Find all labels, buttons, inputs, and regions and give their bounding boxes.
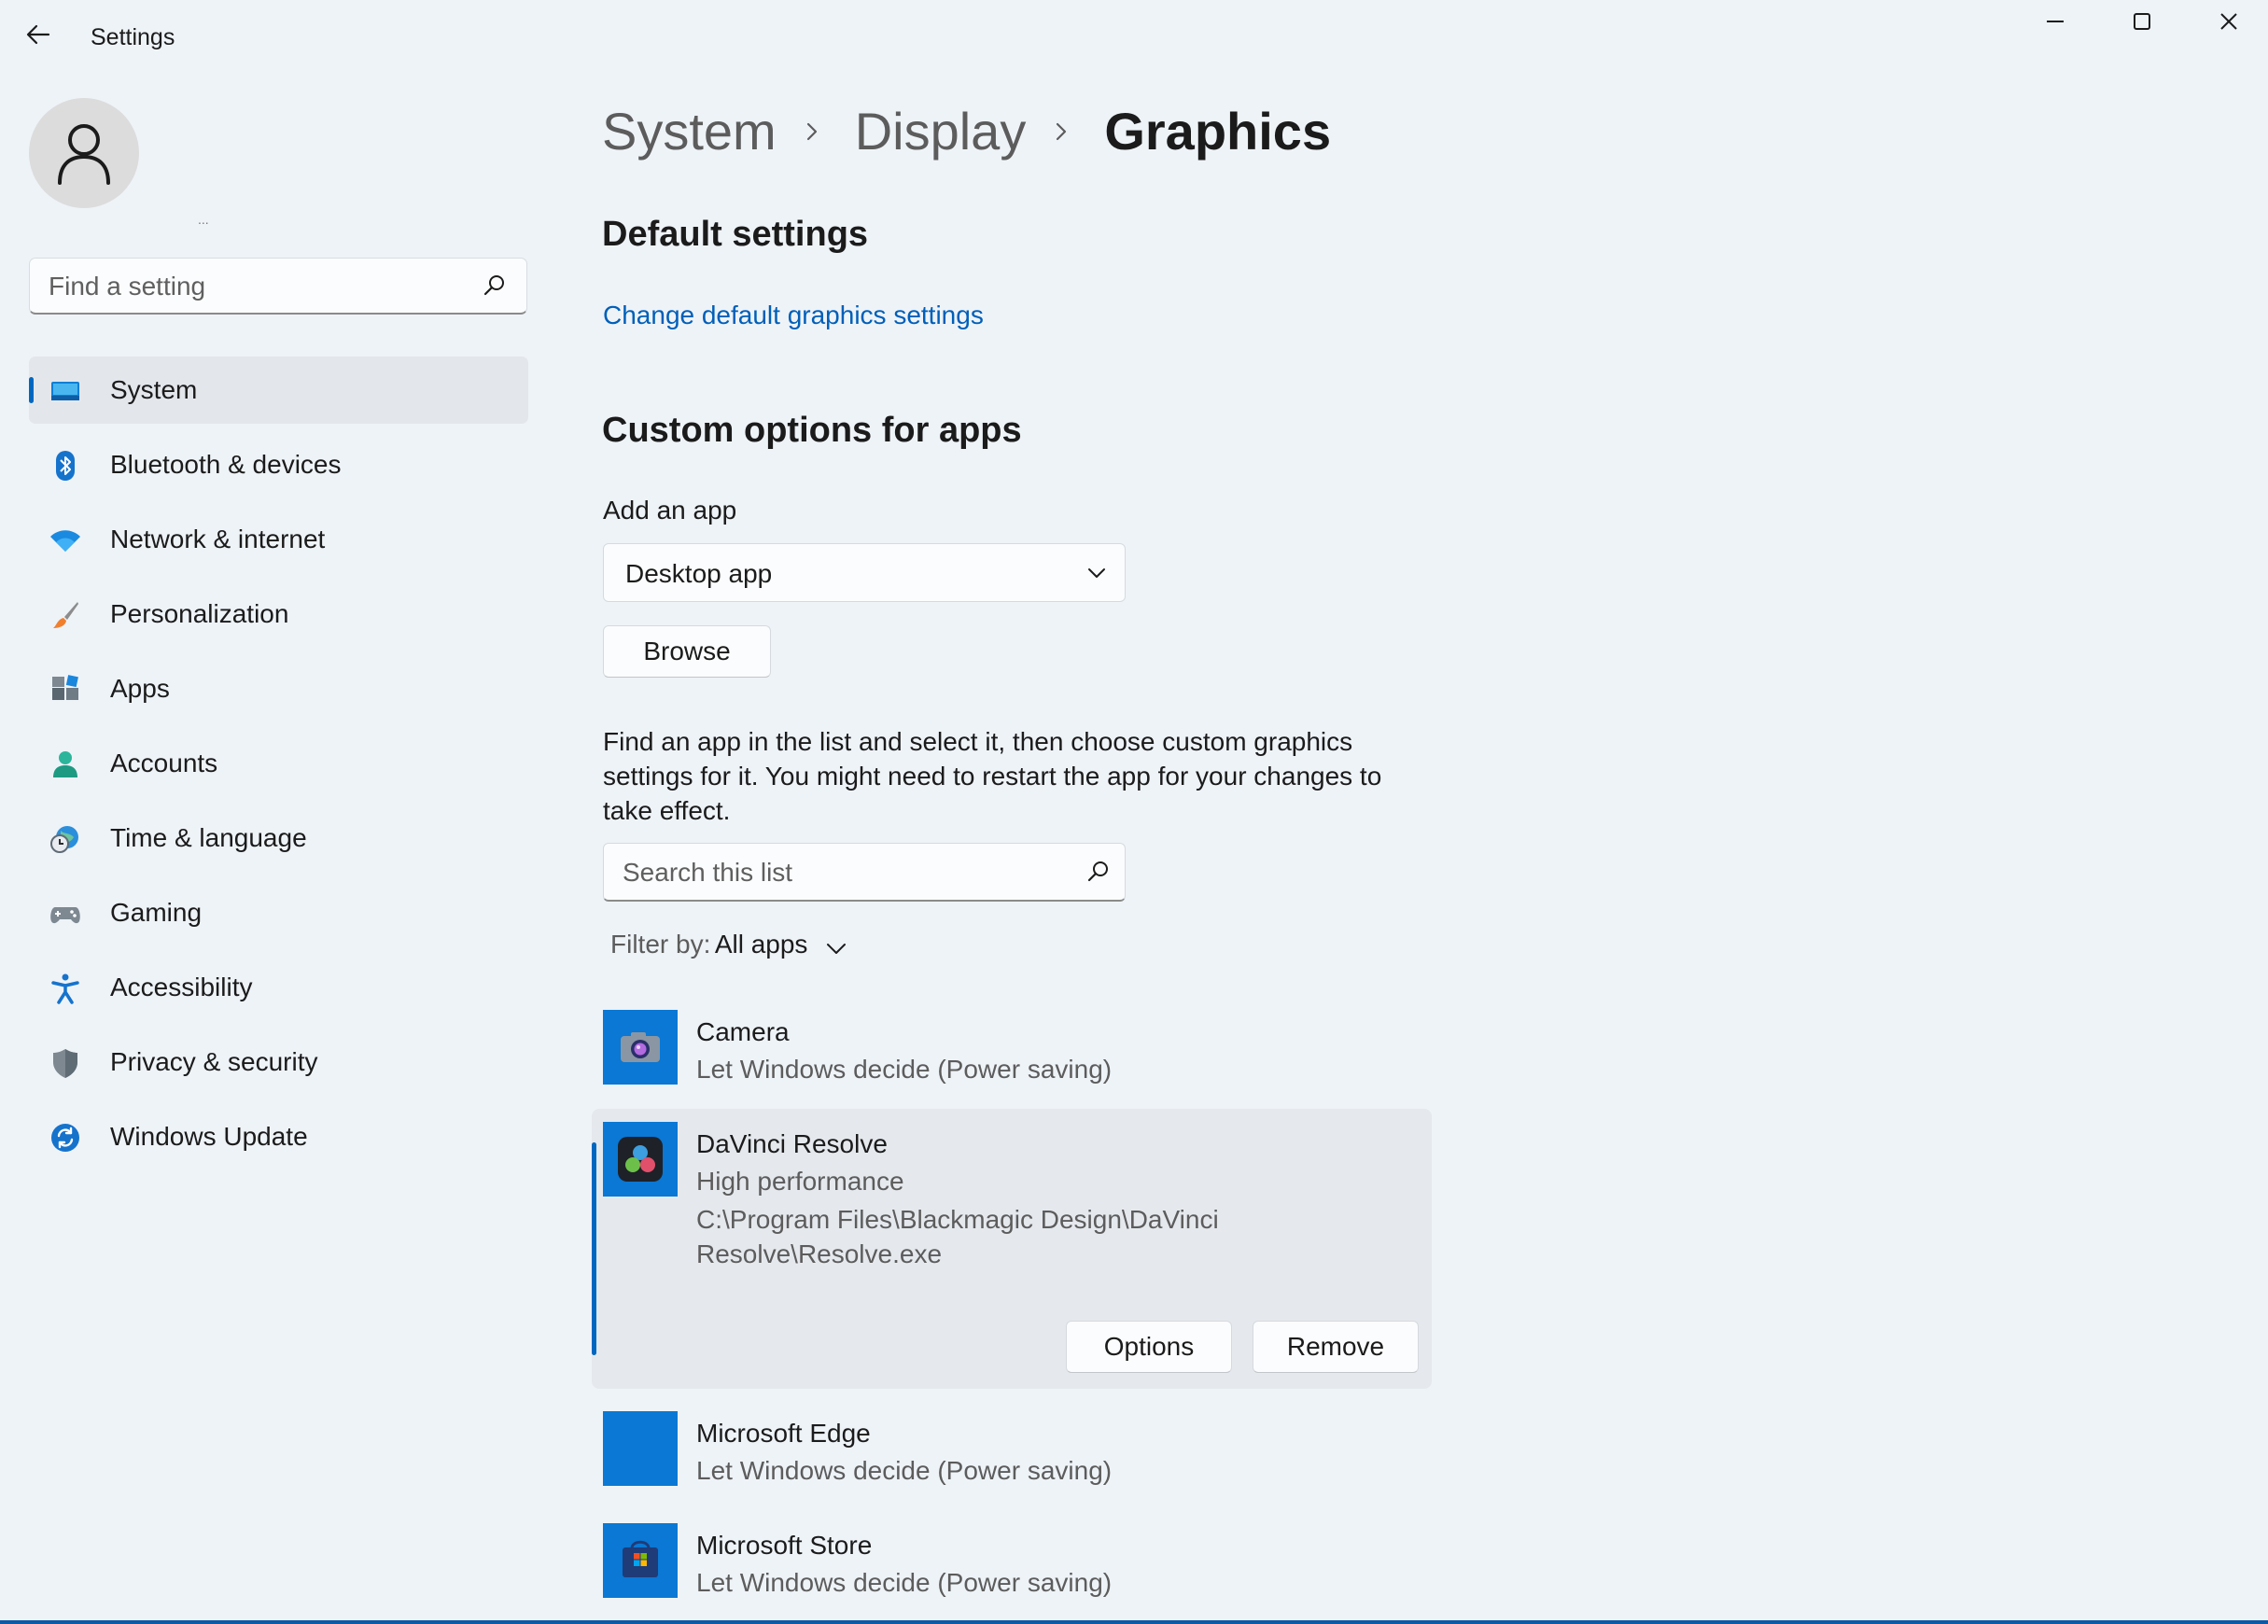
window-bottom-border (0, 1620, 2268, 1624)
app-type-dropdown[interactable]: Desktop app (603, 543, 1126, 602)
wifi-icon (50, 530, 80, 552)
sidebar-item-time-language[interactable]: Time & language (29, 805, 528, 872)
sidebar-item-label: Accounts (110, 749, 218, 777)
close-button[interactable] (2186, 0, 2268, 47)
breadcrumb-separator (1026, 113, 1104, 150)
app-list-item-microsoft-store[interactable]: Microsoft Store Let Windows decide (Powe… (592, 1523, 1432, 1617)
back-arrow-icon (26, 24, 50, 45)
sidebar-item-label: Time & language (110, 823, 307, 852)
settings-window: Settings ... Find a setting System Bluet… (0, 0, 2268, 1624)
gamepad-icon (50, 907, 80, 924)
remove-button[interactable]: Remove (1253, 1321, 1419, 1373)
edge-icon (603, 1411, 678, 1486)
breadcrumb-display[interactable]: Display (855, 101, 1027, 161)
app-name: Microsoft Edge (696, 1419, 871, 1448)
filter-dropdown[interactable]: Filter by: All apps (610, 930, 847, 967)
find-setting-input[interactable] (49, 272, 478, 301)
app-name: DaVinci Resolve (696, 1129, 888, 1158)
globe-clock-icon (50, 826, 78, 853)
avatar[interactable] (29, 98, 139, 208)
sidebar-item-label: Network & internet (110, 525, 326, 553)
default-settings-heading: Default settings (602, 215, 869, 254)
sidebar-item-windows-update[interactable]: Windows Update (29, 1103, 528, 1170)
filter-label: Filter by: (610, 930, 711, 959)
sidebar-item-apps[interactable]: Apps (29, 655, 528, 722)
minimize-icon (2047, 21, 2064, 22)
chevron-down-icon (1088, 568, 1105, 578)
options-button[interactable]: Options (1066, 1321, 1232, 1373)
page-title: Graphics (1104, 102, 1332, 161)
accessibility-icon (51, 973, 79, 1004)
sidebar-item-label: Privacy & security (110, 1047, 318, 1076)
app-name: Camera (696, 1017, 790, 1046)
find-setting-search[interactable] (29, 258, 527, 315)
sidebar-item-label: Apps (110, 674, 170, 703)
user-name: ... (198, 212, 209, 227)
close-icon (2220, 13, 2237, 30)
brush-icon (53, 602, 78, 628)
davinci-resolve-icon (618, 1137, 663, 1182)
shield-icon (53, 1049, 77, 1078)
app-name: Microsoft Store (696, 1531, 873, 1560)
sidebar-item-bluetooth[interactable]: Bluetooth & devices (29, 431, 528, 498)
sidebar-item-label: Windows Update (110, 1122, 308, 1151)
update-icon (51, 1124, 79, 1152)
chevron-down-icon (826, 943, 846, 954)
person-icon (53, 751, 77, 777)
back-button[interactable] (24, 21, 63, 56)
sidebar-item-label: Accessibility (110, 973, 253, 1001)
app-path: C:\Program Files\Blackmagic Design\DaVin… (696, 1205, 1219, 1268)
add-app-label: Add an app (603, 496, 737, 525)
minimize-button[interactable] (2012, 0, 2099, 47)
app-list-search[interactable] (603, 843, 1126, 902)
sidebar-item-gaming[interactable]: Gaming (29, 879, 528, 946)
app-tile (603, 1122, 678, 1197)
sidebar-item-privacy-security[interactable]: Privacy & security (29, 1029, 528, 1096)
custom-options-heading: Custom options for apps (602, 411, 1022, 450)
sidebar-item-accounts[interactable]: Accounts (29, 730, 528, 797)
person-icon (58, 124, 110, 185)
sidebar-item-label: Gaming (110, 898, 203, 927)
app-type-value: Desktop app (625, 559, 773, 588)
app-list-item-davinci-resolve[interactable]: DaVinci Resolve High performance C:\Prog… (592, 1109, 1432, 1389)
sidebar-item-label: Bluetooth & devices (110, 450, 342, 479)
sidebar-item-system[interactable]: System (29, 357, 528, 424)
apps-icon (52, 675, 78, 700)
monitor-icon (51, 382, 79, 400)
store-icon (623, 1540, 658, 1577)
browse-button[interactable]: Browse (603, 625, 771, 678)
title-bar: Settings (0, 0, 2268, 75)
app-graphics-setting: Let Windows decide (Power saving) (696, 1456, 1113, 1485)
chevron-right-icon (806, 122, 817, 140)
sidebar-item-label: System (110, 375, 198, 404)
app-tile (603, 1010, 678, 1085)
breadcrumb: System Display Graphics (602, 101, 1331, 166)
maximize-icon (2134, 13, 2150, 30)
search-icon (483, 275, 504, 296)
sidebar-item-personalization[interactable]: Personalization (29, 581, 528, 648)
filter-value: All apps (714, 930, 808, 959)
app-graphics-setting: High performance (696, 1167, 904, 1196)
app-graphics-setting: Let Windows decide (Power saving) (696, 1055, 1113, 1084)
chevron-right-icon (1057, 122, 1067, 140)
sidebar-item-network[interactable]: Network & internet (29, 506, 528, 573)
app-graphics-setting: Let Windows decide (Power saving) (696, 1568, 1113, 1597)
app-list-item-camera[interactable]: Camera Let Windows decide (Power saving) (592, 1010, 1432, 1103)
maximize-button[interactable] (2099, 0, 2186, 47)
app-tile (603, 1523, 678, 1598)
help-text: Find an app in the list and select it, t… (603, 727, 1382, 825)
sidebar-nav: System Bluetooth & devices Network & int… (29, 357, 528, 1178)
change-default-graphics-link[interactable]: Change default graphics settings (603, 301, 984, 330)
app-list-search-input[interactable] (623, 858, 1071, 888)
search-icon (1087, 861, 1108, 882)
sidebar-item-label: Personalization (110, 599, 289, 628)
breadcrumb-system[interactable]: System (602, 101, 777, 161)
breadcrumb-separator (777, 113, 855, 150)
window-title: Settings (91, 24, 175, 50)
camera-icon (621, 1032, 660, 1062)
sidebar-item-accessibility[interactable]: Accessibility (29, 954, 528, 1021)
bluetooth-icon (56, 451, 75, 481)
app-list-item-microsoft-edge[interactable]: Microsoft Edge Let Windows decide (Power… (592, 1411, 1432, 1505)
